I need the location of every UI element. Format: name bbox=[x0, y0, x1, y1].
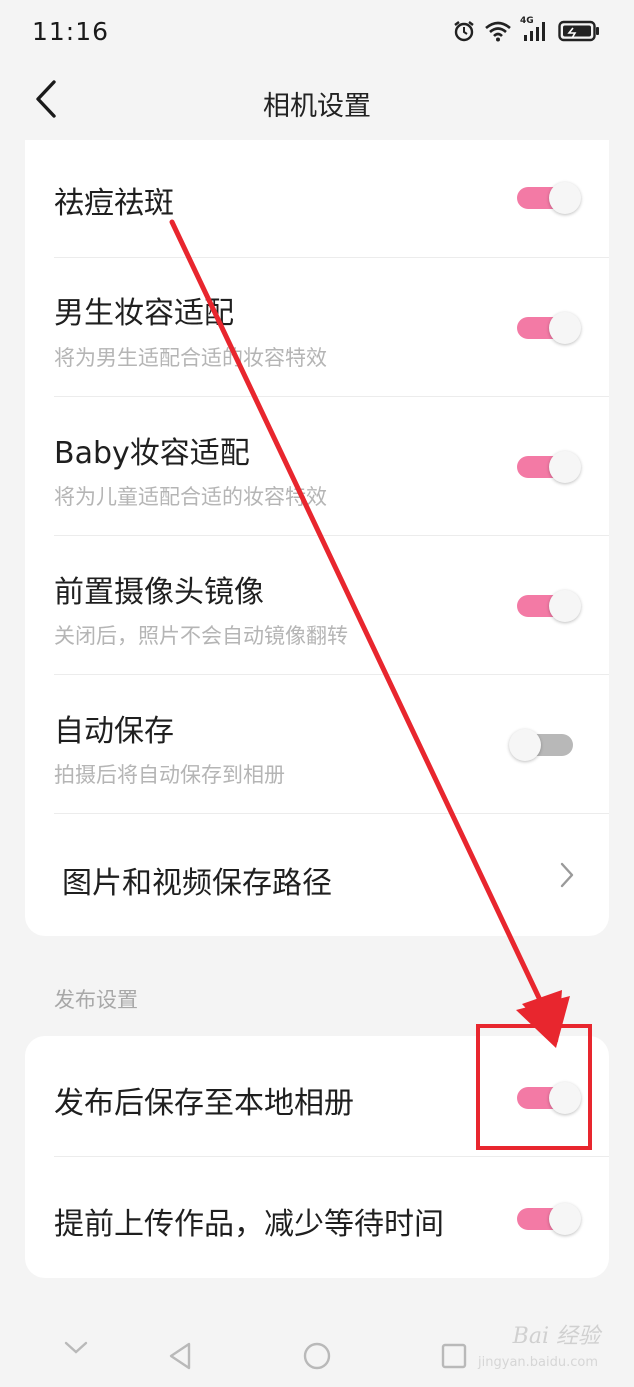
setting-row-auto-save[interactable]: 自动保存 拍摄后将自动保存到相册 bbox=[25, 675, 609, 813]
pre-upload-toggle[interactable] bbox=[515, 1203, 581, 1235]
setting-row-save-path[interactable]: 图片和视频保存路径 bbox=[25, 814, 609, 936]
status-time: 11:16 bbox=[32, 16, 110, 46]
setting-title: Baby妆容适配 bbox=[54, 436, 250, 471]
front-camera-mirror-toggle[interactable] bbox=[515, 590, 581, 622]
toggle-knob bbox=[549, 451, 581, 483]
status-icons: 4G bbox=[452, 16, 600, 43]
setting-title: 发布后保存至本地相册 bbox=[54, 1086, 354, 1121]
signal-4g-icon: 4G bbox=[520, 16, 550, 43]
alarm-icon bbox=[452, 19, 476, 43]
setting-title: 男生妆容适配 bbox=[54, 296, 234, 331]
chevron-right-icon bbox=[557, 860, 577, 890]
collapse-icon[interactable] bbox=[64, 1340, 88, 1360]
recents-square-icon[interactable] bbox=[441, 1343, 467, 1373]
setting-subtitle: 拍摄后将自动保存到相册 bbox=[54, 763, 285, 787]
setting-row-acne-removal[interactable]: 祛痘祛斑 bbox=[25, 140, 609, 257]
acne-removal-toggle[interactable] bbox=[515, 182, 581, 214]
section-label-publish: 发布设置 bbox=[54, 988, 138, 1012]
setting-row-save-after-publish[interactable]: 发布后保存至本地相册 bbox=[25, 1036, 609, 1156]
setting-title: 前置摄像头镜像 bbox=[54, 575, 264, 610]
auto-save-toggle[interactable] bbox=[509, 729, 575, 761]
setting-row-male-makeup[interactable]: 男生妆容适配 将为男生适配合适的妆容特效 bbox=[25, 258, 609, 396]
setting-subtitle: 将为儿童适配合适的妆容特效 bbox=[54, 485, 327, 509]
back-triangle-icon[interactable] bbox=[168, 1342, 192, 1374]
watermark-logo: Bai 经验 bbox=[512, 1324, 600, 1349]
setting-row-pre-upload[interactable]: 提前上传作品，减少等待时间 bbox=[25, 1157, 609, 1278]
watermark-url: jingyan.baidu.com bbox=[478, 1355, 598, 1370]
header: 相机设置 bbox=[0, 62, 634, 140]
page-title: 相机设置 bbox=[263, 91, 371, 122]
toggle-knob bbox=[549, 312, 581, 344]
toggle-knob bbox=[549, 182, 581, 214]
baby-makeup-toggle[interactable] bbox=[515, 451, 581, 483]
setting-row-front-camera-mirror[interactable]: 前置摄像头镜像 关闭后，照片不会自动镜像翻转 bbox=[25, 536, 609, 674]
toggle-knob bbox=[549, 1203, 581, 1235]
setting-row-baby-makeup[interactable]: Baby妆容适配 将为儿童适配合适的妆容特效 bbox=[25, 397, 609, 535]
battery-icon bbox=[558, 20, 600, 42]
setting-title: 自动保存 bbox=[54, 714, 174, 749]
publish-settings-card: 发布后保存至本地相册 提前上传作品，减少等待时间 bbox=[25, 1036, 609, 1278]
toggle-knob bbox=[549, 1082, 581, 1114]
network-label: 4G bbox=[520, 16, 534, 26]
toggle-knob bbox=[549, 590, 581, 622]
setting-title: 祛痘祛斑 bbox=[54, 186, 174, 221]
save-after-publish-toggle[interactable] bbox=[515, 1082, 581, 1114]
home-circle-icon[interactable] bbox=[303, 1342, 331, 1374]
wifi-icon bbox=[484, 20, 512, 42]
setting-title: 提前上传作品，减少等待时间 bbox=[54, 1207, 444, 1242]
camera-settings-card: 祛痘祛斑 男生妆容适配 将为男生适配合适的妆容特效 Baby妆容适配 将为儿童适… bbox=[25, 140, 609, 936]
male-makeup-toggle[interactable] bbox=[515, 312, 581, 344]
toggle-knob bbox=[509, 729, 541, 761]
setting-subtitle: 将为男生适配合适的妆容特效 bbox=[54, 346, 327, 370]
setting-title: 图片和视频保存路径 bbox=[62, 866, 332, 901]
setting-subtitle: 关闭后，照片不会自动镜像翻转 bbox=[54, 624, 348, 648]
status-bar: 11:16 4G bbox=[0, 0, 634, 62]
